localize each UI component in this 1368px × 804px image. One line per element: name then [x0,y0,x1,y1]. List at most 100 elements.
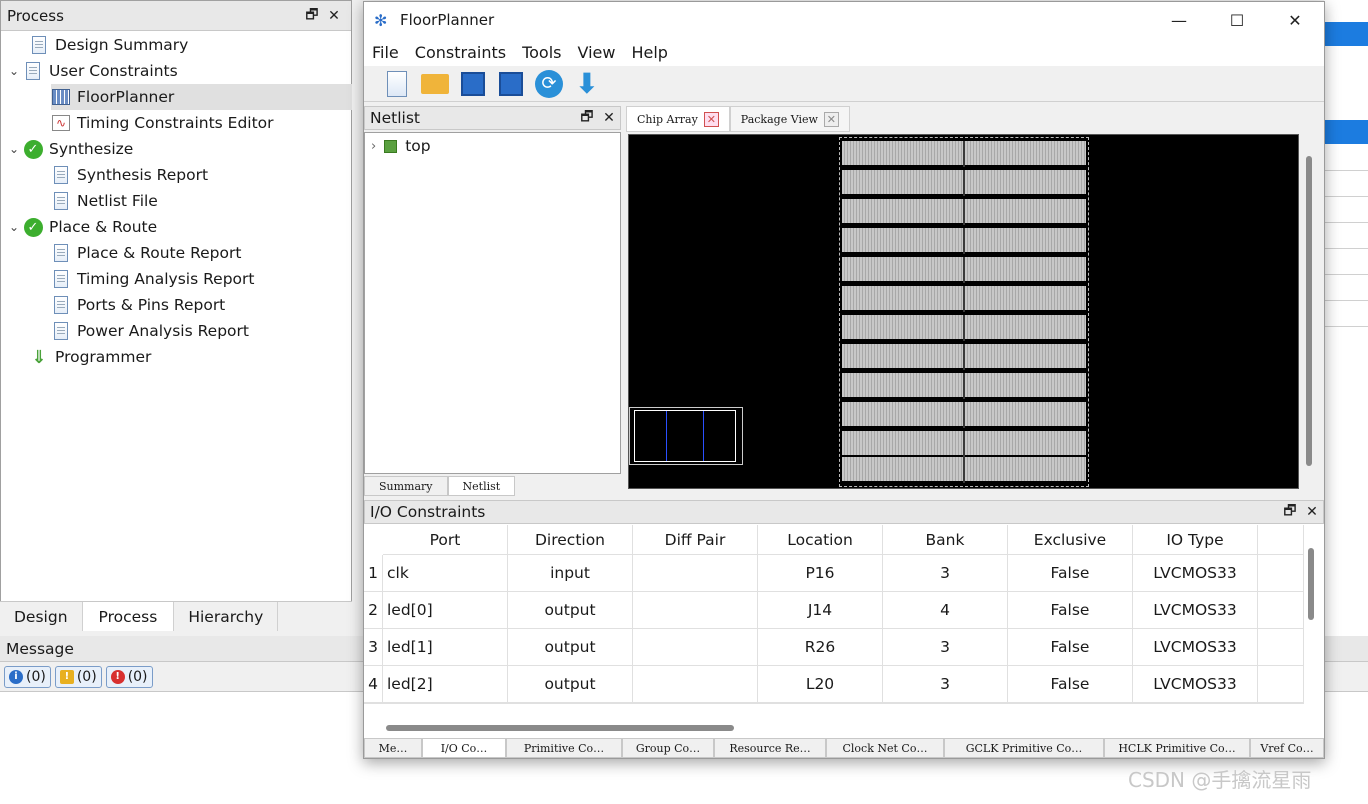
tab-resource-reservation[interactable]: Resource Re… [714,738,826,758]
close-icon[interactable]: ✕ [1266,11,1324,30]
cell-port[interactable]: clk [383,555,508,592]
tab-gclk-primitive-constraints[interactable]: GCLK Primitive Co… [944,738,1104,758]
tree-item-power-analysis-report[interactable]: Power Analysis Report [51,318,249,344]
tab-hclk-primitive-constraints[interactable]: HCLK Primitive Co… [1104,738,1250,758]
cell-direction[interactable]: input [508,555,633,592]
tab-chip-array[interactable]: Chip Array ✕ [626,106,730,132]
column-header-exclusive[interactable]: Exclusive [1008,525,1133,555]
cell-bank[interactable]: 3 [883,666,1008,703]
column-header-port[interactable]: Port [383,525,508,555]
tab-summary[interactable]: Summary [364,476,448,496]
tree-item-synthesize[interactable]: ⌄ ✓ Synthesize [5,136,133,162]
tab-clock-net-constraints[interactable]: Clock Net Co… [826,738,944,758]
tab-primitive-constraints[interactable]: Primitive Co… [506,738,622,758]
close-icon[interactable]: ✕ [1301,504,1323,520]
close-tab-icon[interactable]: ✕ [703,111,719,127]
close-icon[interactable]: ✕ [323,8,345,24]
maximize-icon[interactable]: ☐ [1208,11,1266,30]
cell-bank[interactable]: 3 [883,629,1008,666]
chevron-down-icon[interactable]: ⌄ [5,64,23,78]
cell-location[interactable]: J14 [758,592,883,629]
menu-view[interactable]: View [570,43,624,62]
info-filter-button[interactable]: i (0) [4,665,51,688]
tab-vref-constraints[interactable]: Vref Co… [1250,738,1324,758]
column-header-diff-pair[interactable]: Diff Pair [633,525,758,555]
cell-io-type[interactable]: LVCMOS33 [1133,666,1258,703]
tab-package-view[interactable]: Package View ✕ [729,106,850,132]
cell-exclusive[interactable]: False [1008,666,1133,703]
column-header-direction[interactable]: Direction [508,525,633,555]
tree-item-netlist-file[interactable]: Netlist File [51,188,158,214]
download-icon[interactable]: ⬇ [572,67,602,100]
open-folder-icon[interactable] [420,69,450,99]
refresh-icon[interactable]: ⟳ [534,69,564,99]
new-file-icon[interactable] [382,69,412,99]
menu-help[interactable]: Help [623,43,675,62]
save-as-icon[interactable] [496,69,526,99]
cell-direction[interactable]: output [508,629,633,666]
warning-filter-button[interactable]: ! (0) [54,665,102,688]
tab-process[interactable]: Process [82,602,175,631]
float-icon[interactable]: 🗗 [301,4,323,28]
io-vertical-scrollbar[interactable] [1308,548,1314,620]
tree-item-place-route-report[interactable]: Place & Route Report [51,240,241,266]
chip-array-canvas[interactable] [628,134,1299,489]
tree-item-floorplanner[interactable]: FloorPlanner [51,84,352,110]
tab-netlist[interactable]: Netlist [447,476,516,496]
cell-exclusive[interactable]: False [1008,629,1133,666]
menu-file[interactable]: File [364,43,407,62]
float-icon[interactable]: 🗗 [576,106,598,130]
cell-io-type[interactable]: LVCMOS33 [1133,555,1258,592]
cell-port[interactable]: led[2] [383,666,508,703]
tab-messages[interactable]: Me… [364,738,422,758]
tab-group-constraints[interactable]: Group Co… [622,738,714,758]
tree-item-synthesis-report[interactable]: Synthesis Report [51,162,208,188]
cell-direction[interactable]: output [508,666,633,703]
tree-item-place-route[interactable]: ⌄ ✓ Place & Route [5,214,157,240]
minimize-icon[interactable]: — [1150,11,1208,30]
chevron-right-icon[interactable]: › [371,139,376,154]
cell-bank[interactable]: 4 [883,592,1008,629]
cell-location[interactable]: L20 [758,666,883,703]
chevron-down-icon[interactable]: ⌄ [5,142,23,156]
cell-port[interactable]: led[1] [383,629,508,666]
cell-exclusive[interactable]: False [1008,555,1133,592]
menu-tools[interactable]: Tools [514,43,569,62]
float-icon[interactable]: 🗗 [1279,500,1301,524]
tree-item-ports-pins-report[interactable]: Ports & Pins Report [51,292,225,318]
tab-io-constraints[interactable]: I/O Co… [422,738,506,758]
cell-bank[interactable]: 3 [883,555,1008,592]
io-horizontal-scrollbar[interactable] [386,725,734,731]
error-filter-button[interactable]: ! (0) [105,665,153,688]
tab-hierarchy[interactable]: Hierarchy [174,602,279,631]
tree-item-design-summary[interactable]: Design Summary [11,32,188,58]
chevron-down-icon[interactable]: ⌄ [5,220,23,234]
process-panel-header: Process 🗗 ✕ [1,1,351,31]
cell-io-type[interactable]: LVCMOS33 [1133,592,1258,629]
column-header-location[interactable]: Location [758,525,883,555]
cell-diff-pair[interactable] [633,629,758,666]
chip-vertical-scrollbar[interactable] [1299,134,1321,489]
cell-diff-pair[interactable] [633,555,758,592]
tree-item-timing-constraints-editor[interactable]: ∿ Timing Constraints Editor [51,110,274,136]
column-header-bank[interactable]: Bank [883,525,1008,555]
save-icon[interactable] [458,69,488,99]
cell-direction[interactable]: output [508,592,633,629]
cell-diff-pair[interactable] [633,592,758,629]
cell-diff-pair[interactable] [633,666,758,703]
tree-item-programmer[interactable]: ⇓ Programmer [29,344,151,370]
cell-port[interactable]: led[0] [383,592,508,629]
overview-minimap[interactable] [629,407,743,465]
close-tab-icon[interactable]: ✕ [823,111,839,127]
cell-exclusive[interactable]: False [1008,592,1133,629]
close-icon[interactable]: ✕ [598,110,620,126]
cell-location[interactable]: P16 [758,555,883,592]
tree-item-user-constraints[interactable]: ⌄ User Constraints [5,58,178,84]
netlist-item-top[interactable]: › top [371,137,431,155]
tree-item-timing-analysis-report[interactable]: Timing Analysis Report [51,266,254,292]
tab-design[interactable]: Design [0,602,83,631]
menu-constraints[interactable]: Constraints [407,43,514,62]
column-header-io-type[interactable]: IO Type [1133,525,1258,555]
cell-location[interactable]: R26 [758,629,883,666]
cell-io-type[interactable]: LVCMOS33 [1133,629,1258,666]
